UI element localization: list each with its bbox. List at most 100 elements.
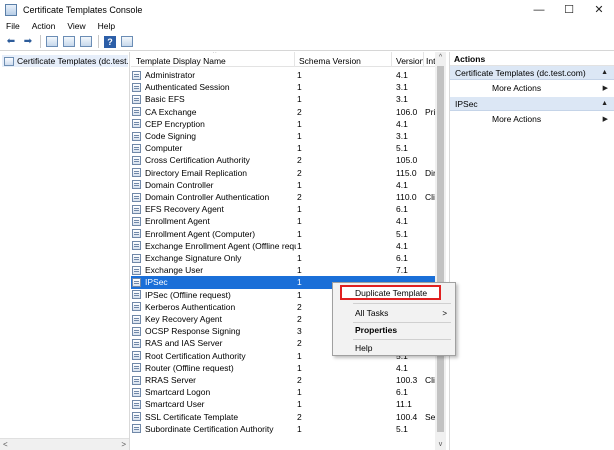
version-cell: 110.0 <box>396 192 417 202</box>
certificate-template-icon <box>132 338 141 348</box>
table-row[interactable]: Domain Controller Authentication 2 110.0 Cl… <box>131 191 435 203</box>
column-header-schema[interactable]: Schema Version <box>299 56 361 66</box>
certificate-template-icon <box>132 326 141 336</box>
help-icon[interactable]: ? <box>103 35 117 49</box>
schema-version-cell: 1 <box>297 253 302 263</box>
schema-version-cell: 1 <box>297 70 302 80</box>
scroll-down-arrow-icon[interactable]: v <box>435 439 446 450</box>
version-cell: 4.1 <box>396 240 408 251</box>
table-row[interactable]: CEP Encryption 1 4.1 <box>131 118 435 130</box>
export-list-icon[interactable] <box>79 35 93 49</box>
schema-version-cell: 1 <box>297 362 302 373</box>
schema-version-cell: 1 <box>297 94 302 105</box>
table-row[interactable]: EFS Recovery Agent 1 6.1 <box>131 203 435 215</box>
table-row[interactable]: Exchange Enrollment Agent (Offline requ.… <box>131 240 435 252</box>
title-bar: Certificate Templates Console — ☐ ✕ <box>0 0 614 19</box>
column-header-name[interactable]: Template Display Name <box>136 56 226 66</box>
menu-file[interactable]: File <box>0 21 26 31</box>
scroll-up-arrow-icon[interactable]: ^ <box>435 52 446 63</box>
table-row[interactable]: Code Signing 1 3.1 <box>131 130 435 142</box>
maximize-button[interactable]: ☐ <box>554 0 584 19</box>
schema-version-cell: 2 <box>297 167 302 178</box>
certificate-template-icon <box>132 363 141 373</box>
version-cell: 6.1 <box>396 253 408 263</box>
console-tree-icon[interactable] <box>45 35 59 49</box>
help-menu-item[interactable]: Help <box>333 339 455 357</box>
more-actions-item[interactable]: More Actions ▶ <box>450 80 614 95</box>
toolbar-separator <box>98 35 99 48</box>
context-menu: Duplicate Template All Tasks > Propertie… <box>332 282 456 356</box>
table-row[interactable]: Exchange User 1 7.1 <box>131 264 435 276</box>
toolbar-separator <box>40 35 41 48</box>
column-header-version[interactable]: Version <box>396 56 424 66</box>
scroll-right-arrow-icon[interactable]: > <box>121 440 126 449</box>
schema-version-cell: 1 <box>297 240 302 251</box>
version-cell: 100.3 <box>396 375 418 385</box>
back-arrow-icon[interactable]: ⬅ <box>4 35 18 49</box>
menu-help[interactable]: Help <box>92 21 121 31</box>
menu-view[interactable]: View <box>61 21 91 31</box>
submenu-arrow-icon: > <box>442 308 447 318</box>
template-name-cell: Enrollment Agent <box>132 216 296 226</box>
actions-title: Actions <box>450 52 614 66</box>
properties-icon[interactable] <box>62 35 76 49</box>
schema-version-cell: 1 <box>297 118 302 129</box>
template-name-cell: Domain Controller Authentication <box>132 192 296 202</box>
template-name-cell: Smartcard Logon <box>132 387 296 397</box>
close-button[interactable]: ✕ <box>584 0 614 19</box>
column-divider[interactable] <box>294 52 295 67</box>
version-cell: 5.1 <box>396 228 408 239</box>
certificate-template-icon <box>132 216 141 226</box>
certificate-template-icon <box>132 375 141 385</box>
table-row[interactable]: Smartcard Logon 1 6.1 <box>131 386 435 398</box>
scrollbar-thumb[interactable] <box>437 66 444 432</box>
certificate-template-icon <box>132 131 141 141</box>
more-actions-label: More Actions <box>492 82 542 93</box>
table-row[interactable]: RRAS Server 2 100.3 Cli <box>131 374 435 386</box>
tree-node-certificate-templates[interactable]: Certificate Templates (dc.test.co <box>2 55 128 67</box>
table-row[interactable]: Directory Email Replication 2 115.0 Dir <box>131 167 436 179</box>
actions-section-certificate-templates[interactable]: Certificate Templates (dc.test.com) ▲ <box>450 66 614 80</box>
certificate-template-icon <box>132 387 141 397</box>
list-vertical-scrollbar[interactable]: ^ v <box>435 52 446 450</box>
table-row[interactable]: Authenticated Session 1 3.1 <box>131 81 435 93</box>
template-name-cell: Subordinate Certification Authority <box>132 424 296 434</box>
table-row[interactable]: Administrator 1 4.1 <box>131 69 435 81</box>
duplicate-template-menu-item[interactable]: Duplicate Template <box>333 284 455 302</box>
collapse-icon[interactable]: ▲ <box>601 100 608 107</box>
schema-version-cell: 1 <box>297 82 302 93</box>
version-cell: 106.0 <box>396 106 418 117</box>
scroll-left-arrow-icon[interactable]: < <box>3 440 8 449</box>
table-row[interactable]: SSL Certificate Template 2 100.4 Se <box>131 411 435 423</box>
properties-menu-item[interactable]: Properties <box>333 321 455 339</box>
certificate-template-icon <box>132 229 141 239</box>
collapse-icon[interactable]: ▲ <box>601 69 608 76</box>
list-header: ^ Template Display Name Schema Version V… <box>131 52 435 67</box>
menu-bar: File Action View Help <box>0 19 614 33</box>
certificate-console-icon <box>5 3 17 16</box>
table-row[interactable]: Subordinate Certification Authority 1 5.1 <box>131 423 435 435</box>
column-divider[interactable] <box>391 52 392 67</box>
show-action-pane-icon[interactable] <box>120 35 134 49</box>
table-row[interactable]: Router (Offline request) 1 4.1 <box>131 362 435 374</box>
certificate-template-icon <box>132 253 141 263</box>
table-row[interactable]: Enrollment Agent (Computer) 1 5.1 <box>131 228 435 240</box>
table-row[interactable]: Enrollment Agent 1 4.1 <box>131 215 435 227</box>
tree-horizontal-scrollbar[interactable]: < > <box>0 438 129 450</box>
actions-section-ipsec[interactable]: IPSec ▲ <box>450 97 614 111</box>
template-name-cell: Computer <box>132 143 296 153</box>
menu-action[interactable]: Action <box>26 21 62 31</box>
table-row[interactable]: Basic EFS 1 3.1 <box>131 93 435 105</box>
table-row[interactable]: Domain Controller 1 4.1 <box>131 179 435 191</box>
table-row[interactable]: Computer 1 5.1 <box>131 142 435 154</box>
more-actions-item[interactable]: More Actions ▶ <box>450 111 614 126</box>
table-row[interactable]: Exchange Signature Only 1 6.1 <box>131 252 435 264</box>
table-row[interactable]: Smartcard User 1 11.1 <box>131 398 435 410</box>
column-divider[interactable] <box>423 52 424 67</box>
all-tasks-menu-item[interactable]: All Tasks > <box>333 304 455 322</box>
version-cell: 6.1 <box>396 204 408 215</box>
minimize-button[interactable]: — <box>524 0 554 19</box>
table-row[interactable]: CA Exchange 2 106.0 Pri <box>131 106 435 118</box>
table-row[interactable]: Cross Certification Authority 2 105.0 <box>131 154 435 166</box>
forward-arrow-icon[interactable]: ➡ <box>21 35 35 49</box>
